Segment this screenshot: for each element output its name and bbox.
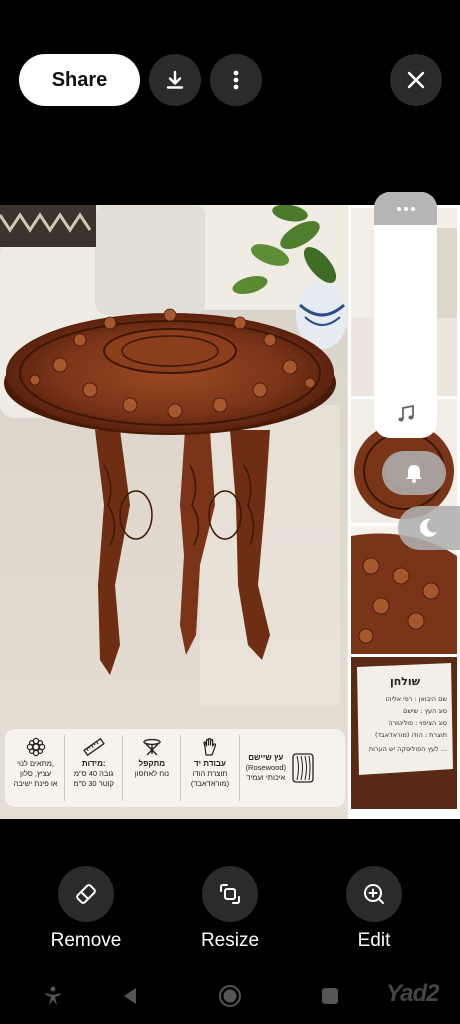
share-button[interactable]: Share [19,54,140,106]
feature-line: עציץ, סלון [20,769,52,778]
bell-icon [406,465,422,483]
moon-button[interactable] [398,506,460,550]
feature-line: קוטר 30 ס"מ [73,779,114,788]
resize-label: Resize [200,930,260,951]
edit-circle[interactable] [346,866,402,922]
feature-title: מתאים לנוי, [17,759,55,768]
feature-handmade: עבודת יד תוצרת הודו (מוראדאבד) [180,735,238,801]
folding-stool-icon [143,738,161,756]
edit-button[interactable]: Edit [319,866,429,952]
accessibility-button[interactable] [40,984,66,1008]
home-button[interactable] [217,984,243,1008]
feature-line: (מוראדאבד) [190,779,230,788]
feature-line: (Rosewood) [245,763,286,772]
music-note-icon [397,404,414,422]
side-panel[interactable] [374,192,437,438]
resize-button[interactable]: Resize [175,866,285,952]
feature-usage: מתאים לנוי, עציץ, סלון או פינת ישיבה [7,735,64,801]
accessibility-icon [45,986,61,1005]
feature-line: גובה 40 ס"מ [73,769,114,778]
download-button[interactable] [149,54,201,106]
back-button[interactable] [118,984,142,1008]
feature-wood: עץ שיישם (Rosewood) איכותי ועמיד [238,735,343,801]
feature-line: איכותי ועמיד [246,773,286,782]
edit-actions: Remove Resize Edit [0,866,460,956]
more-horizontal-icon [396,206,415,211]
resize-circle[interactable] [202,866,258,922]
more-vertical-icon [233,70,239,90]
ruler-icon [82,737,105,757]
resize-icon [220,884,240,904]
remove-circle[interactable] [58,866,114,922]
bell-button[interactable] [382,451,446,495]
close-icon [407,71,425,89]
yad2-watermark: Yad2 [386,980,439,1007]
home-icon [219,985,241,1007]
panel-handle[interactable] [374,192,437,225]
moon-icon [420,518,437,537]
edit-icon [364,884,384,904]
feature-line: תוצרת הודו [192,769,228,778]
feature-title: מידות: [81,759,106,768]
label-card-line: סוג הציפוי : פוליטורה [388,719,447,727]
feature-folding: מתקפל נוח לאחסון [122,735,180,801]
download-icon [166,70,184,89]
remove-button[interactable]: Remove [31,866,141,952]
feature-dimensions: מידות: גובה 40 ס"מ קוטר 30 ס"מ [64,735,122,801]
top-toolbar: Share [0,54,460,106]
flower-icon [26,737,45,757]
eraser-icon [76,884,96,904]
wood-grain-icon [292,753,314,783]
close-button[interactable] [390,54,442,106]
recents-button[interactable] [319,984,341,1008]
system-navigation-bar: Yad2 [0,976,460,1016]
remove-label: Remove [50,930,122,951]
music-button[interactable] [374,404,437,424]
back-icon [124,988,136,1004]
hand-icon [203,737,217,756]
carved-table-image [0,205,347,819]
feature-line: נוח לאחסון [134,769,170,778]
features-bar: מתאים לנוי, עציץ, סלון או פינת ישיבה מיד… [5,729,345,807]
feature-title: עבודת יד [194,759,226,768]
label-card-thumbnail-image: שולחן שם היבואן : רפי אליהו סוג העץ : שי… [351,657,457,809]
label-card-line: לעץ הפוליסקה יש הערות ... [369,745,447,753]
label-card-line: תוצרת : הודו (מוראדאבד) [375,731,447,739]
feature-line: או פינת ישיבה [13,779,58,788]
feature-title: מתקפל [138,759,166,768]
thumbnail-4[interactable]: שולחן שם היבואן : רפי אליהו סוג העץ : שי… [351,657,457,809]
edit-label: Edit [357,930,391,951]
feature-title: עץ שיישם [248,753,284,762]
recents-icon [322,988,338,1004]
label-card-line: שם היבואן : רפי אליהו [386,695,448,703]
label-card-line: סוג העץ : שישם [403,707,447,715]
label-card-title: שולחן [390,675,421,688]
more-options-button[interactable] [210,54,262,106]
